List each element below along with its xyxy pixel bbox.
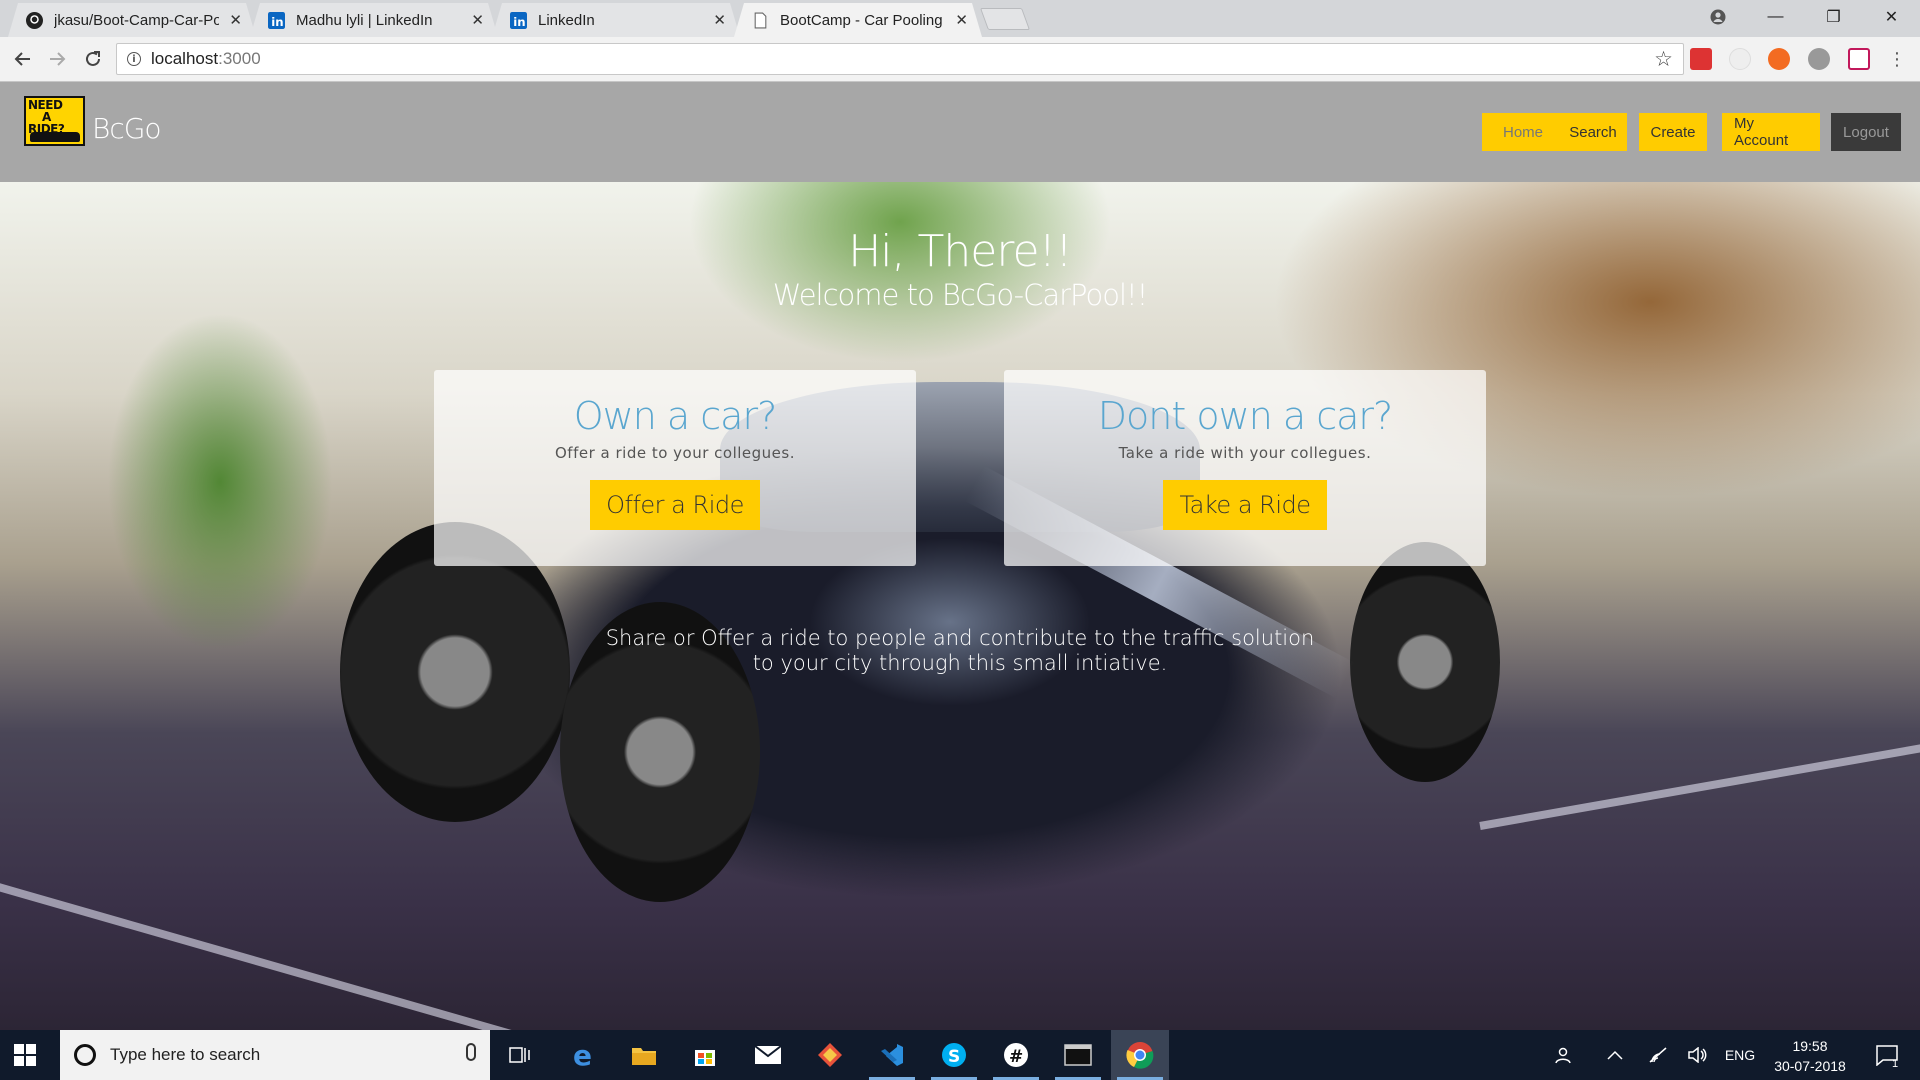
start-button[interactable] — [10, 1042, 46, 1070]
address-url: localhost:3000 — [151, 49, 261, 68]
page-icon — [752, 12, 769, 29]
bookmark-star-icon[interactable]: ☆ — [1654, 47, 1673, 71]
extension-pocket-icon[interactable] — [1848, 48, 1870, 70]
card-heading: Dont own a car? — [1097, 394, 1393, 438]
volume-icon[interactable] — [1683, 1030, 1713, 1080]
card-heading: Own a car? — [573, 394, 778, 438]
nav-home-button[interactable]: Home — [1482, 113, 1564, 151]
clock-date: 30-07-2018 — [1774, 1058, 1846, 1074]
clock-time: 19:58 — [1792, 1038, 1828, 1054]
chevron-up-icon[interactable] — [1600, 1030, 1630, 1080]
hero-title: Hi, There!! — [848, 226, 1073, 277]
card-text: Take a ride with your collegues. — [1118, 444, 1372, 462]
browser-tab-linkedin[interactable]: in LinkedIn ✕ — [492, 3, 740, 37]
windows-taskbar: Type here to search e S # ENG 19:58 30-0… — [0, 1030, 1920, 1080]
offer-ride-button[interactable]: Offer a Ride — [590, 480, 760, 530]
nav-my-account-button[interactable]: My Account — [1722, 113, 1820, 151]
store-icon[interactable] — [676, 1030, 734, 1080]
brand-name[interactable]: BcGo — [92, 112, 162, 145]
hero-subtitle: Welcome to BcGo-CarPool!! — [772, 278, 1149, 312]
profile-icon[interactable] — [1690, 0, 1745, 33]
taskbar-search-box[interactable]: Type here to search — [60, 1030, 490, 1080]
svg-text:in: in — [271, 15, 283, 29]
linkedin-icon: in — [268, 12, 285, 29]
taskbar-clock[interactable]: 19:58 30-07-2018 — [1760, 1036, 1860, 1076]
need-a-ride-logo[interactable]: NEED A RIDE? — [24, 96, 85, 146]
file-explorer-icon[interactable] — [615, 1030, 673, 1080]
menu-kebab-icon[interactable]: ⋮ — [1882, 44, 1912, 74]
road-marking — [1479, 735, 1920, 830]
browser-tab-github[interactable]: jkasu/Boot-Camp-Car-Po ✕ — [8, 3, 256, 37]
back-arrow-icon — [14, 52, 30, 66]
notification-center-icon[interactable]: 1 — [1862, 1030, 1912, 1080]
edge-browser-icon[interactable]: e — [555, 1030, 613, 1080]
hero-tagline: Share or Offer a ride to people and cont… — [0, 626, 1920, 676]
new-tab-button[interactable] — [979, 8, 1031, 30]
dont-own-car-card: Dont own a car? Take a ride with your co… — [1004, 370, 1486, 566]
cortana-icon — [74, 1044, 96, 1066]
slack-icon[interactable]: # — [987, 1030, 1045, 1080]
browser-tab-title: jkasu/Boot-Camp-Car-Po — [54, 11, 219, 29]
browser-tab-strip: jkasu/Boot-Camp-Car-Po ✕ in Madhu lyli |… — [0, 0, 1920, 37]
close-icon[interactable]: ✕ — [713, 11, 726, 29]
browser-tab-title: BootCamp - Car Pooling — [780, 11, 943, 29]
address-bar[interactable]: i localhost:3000 ☆ — [116, 43, 1684, 75]
car-icon — [30, 132, 80, 142]
forward-arrow-icon — [50, 52, 66, 66]
site-header: NEED A RIDE? BcGo Home Search Create My … — [0, 82, 1920, 182]
extension-gray-icon[interactable] — [1729, 48, 1751, 70]
maximize-button[interactable]: ❐ — [1806, 0, 1861, 33]
nav-create-button[interactable]: Create — [1639, 113, 1707, 151]
chrome-icon[interactable] — [1111, 1030, 1169, 1080]
forward-button[interactable] — [42, 44, 72, 74]
svg-text:e: e — [573, 1042, 592, 1068]
close-icon[interactable]: ✕ — [471, 11, 484, 29]
extension-profile-icon[interactable] — [1808, 48, 1830, 70]
extension-orange-icon[interactable] — [1768, 48, 1790, 70]
nav-search-button[interactable]: Search — [1559, 113, 1627, 151]
card-text: Offer a ride to your collegues. — [555, 444, 795, 462]
tagline-line: Share or Offer a ride to people and cont… — [605, 626, 1315, 650]
own-car-card: Own a car? Offer a ride to your collegue… — [434, 370, 916, 566]
logo-text: NEED A RIDE? — [28, 98, 65, 136]
svg-text:in: in — [513, 15, 525, 29]
browser-tab-title: LinkedIn — [538, 11, 595, 29]
svg-text:#: # — [1009, 1047, 1023, 1067]
people-icon[interactable] — [1550, 1030, 1580, 1080]
window-close-button[interactable]: ✕ — [1864, 0, 1919, 33]
minimize-button[interactable]: — — [1748, 0, 1803, 33]
nav-logout-button[interactable]: Logout — [1831, 113, 1901, 151]
search-placeholder: Type here to search — [110, 1045, 261, 1064]
back-button[interactable] — [8, 44, 38, 74]
site-info-icon[interactable]: i — [127, 52, 141, 66]
svg-text:S: S — [948, 1047, 960, 1067]
language-indicator[interactable]: ENG — [1720, 1030, 1760, 1080]
browser-tab-active[interactable]: BootCamp - Car Pooling ✕ — [734, 3, 982, 37]
terminal-icon[interactable] — [1049, 1030, 1107, 1080]
github-icon — [26, 12, 43, 29]
vscode-icon[interactable] — [863, 1030, 921, 1080]
git-kraken-icon[interactable] — [801, 1030, 859, 1080]
close-icon[interactable]: ✕ — [229, 11, 242, 29]
browser-tab-title: Madhu lyli | LinkedIn — [296, 11, 433, 29]
wifi-icon[interactable] — [1643, 1030, 1673, 1080]
task-view-icon[interactable] — [491, 1030, 549, 1080]
reload-button[interactable] — [78, 44, 108, 74]
skype-icon[interactable]: S — [925, 1030, 983, 1080]
browser-tab-linkedin-profile[interactable]: in Madhu lyli | LinkedIn ✕ — [250, 3, 498, 37]
windows-logo-icon — [14, 1044, 24, 1054]
road-marking — [0, 872, 558, 1030]
hero-section: Hi, There!! Welcome to BcGo-CarPool!! Ow… — [0, 182, 1920, 1030]
close-icon[interactable]: ✕ — [955, 11, 968, 29]
browser-toolbar: i localhost:3000 ☆ ⋮ — [0, 37, 1920, 82]
extension-red-icon[interactable] — [1690, 48, 1712, 70]
tagline-line: to your city through this small intiativ… — [752, 651, 1168, 675]
microphone-icon[interactable] — [466, 1043, 476, 1061]
notification-count: 1 — [1892, 1058, 1899, 1070]
mail-icon[interactable] — [739, 1030, 797, 1080]
take-ride-button[interactable]: Take a Ride — [1163, 480, 1327, 530]
linkedin-icon: in — [510, 12, 527, 29]
reload-icon — [86, 51, 100, 66]
